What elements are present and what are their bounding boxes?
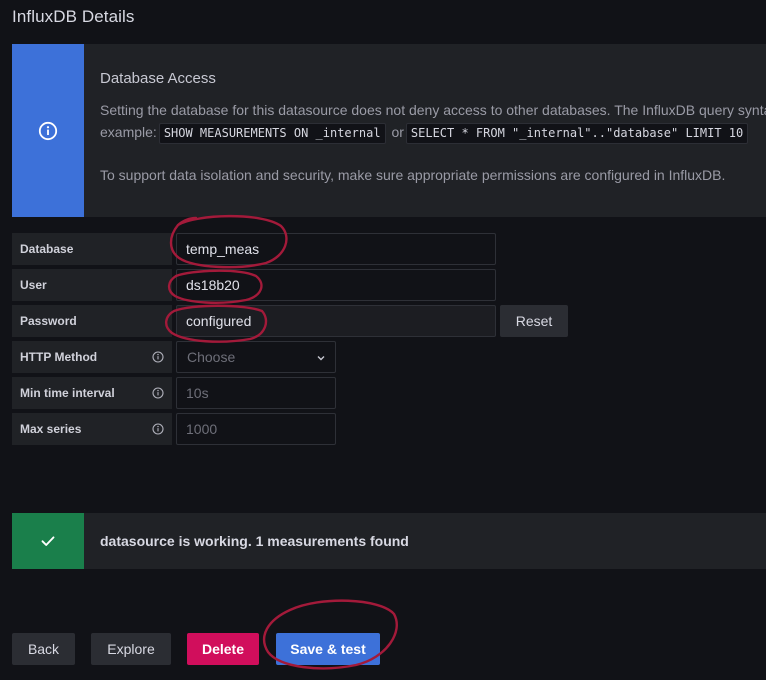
min-time-interval-row: Min time interval 10s	[12, 377, 336, 409]
alert-content: Database Access Setting the database for…	[100, 70, 766, 186]
check-icon	[41, 536, 55, 546]
min-time-interval-label-text: Min time interval	[20, 386, 115, 400]
password-label: Password	[12, 305, 172, 337]
alert-text-line3: To support data isolation and security, …	[100, 166, 726, 183]
max-series-row: Max series 1000	[12, 413, 336, 445]
chevron-down-icon	[317, 356, 325, 361]
delete-button[interactable]: Delete	[187, 633, 259, 665]
example-label: example:	[100, 124, 157, 140]
database-label: Database	[12, 233, 172, 265]
user-label: User	[12, 269, 172, 301]
success-message: datasource is working. 1 measurements fo…	[100, 533, 409, 549]
min-time-interval-label: Min time interval	[12, 377, 172, 409]
success-icon-strip	[12, 513, 84, 569]
http-method-select-value: Choose	[187, 349, 236, 365]
password-input[interactable]: configured	[176, 305, 496, 337]
question-circle-icon[interactable]	[152, 387, 164, 399]
or-text: or	[391, 124, 404, 140]
alert-text-line1: Setting the database for this datasource…	[100, 102, 766, 118]
max-series-label: Max series	[12, 413, 172, 445]
success-alert: datasource is working. 1 measurements fo…	[12, 513, 766, 569]
http-method-label: HTTP Method	[12, 341, 172, 373]
database-access-alert: Database Access Setting the database for…	[12, 44, 766, 217]
database-row: Database temp_meas	[12, 233, 496, 265]
password-row: Password configured Reset	[12, 305, 572, 337]
user-row: User ds18b20	[12, 269, 496, 301]
save-and-test-button[interactable]: Save & test	[276, 633, 380, 665]
http-method-select[interactable]: Choose	[176, 341, 336, 373]
http-method-row: HTTP Method Choose	[12, 341, 336, 373]
code-snippet-select: SELECT * FROM "_internal".."database" LI…	[405, 122, 749, 144]
user-input[interactable]: ds18b20	[176, 269, 496, 301]
code-snippet-show-measurements: SHOW MEASUREMENTS ON _internal	[158, 122, 386, 144]
http-method-label-text: HTTP Method	[20, 350, 98, 364]
database-input[interactable]: temp_meas	[176, 233, 496, 265]
question-circle-icon[interactable]	[152, 351, 164, 363]
max-series-label-text: Max series	[20, 422, 82, 436]
alert-text-line2: example: SHOW MEASUREMENTS ON _internal o…	[100, 121, 766, 144]
alert-icon-strip	[12, 44, 84, 217]
info-circle-icon	[38, 121, 58, 140]
alert-title: Database Access	[100, 70, 216, 87]
explore-button[interactable]: Explore	[91, 633, 171, 665]
reset-button[interactable]: Reset	[500, 305, 568, 337]
page-title: InfluxDB Details	[12, 7, 135, 26]
back-button[interactable]: Back	[12, 633, 75, 665]
max-series-input[interactable]: 1000	[176, 413, 336, 445]
min-time-interval-input[interactable]: 10s	[176, 377, 336, 409]
question-circle-icon[interactable]	[152, 423, 164, 435]
